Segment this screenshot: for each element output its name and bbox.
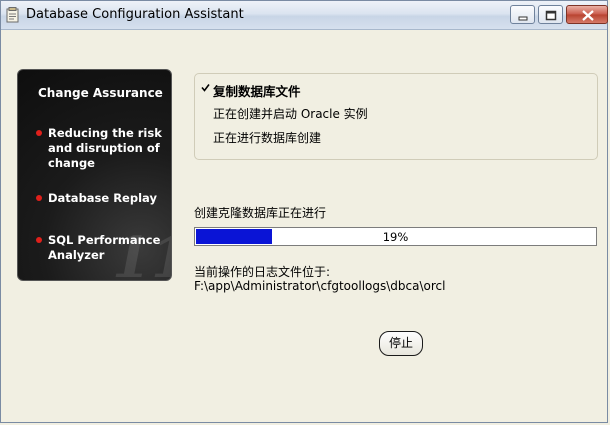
sidebar-item-line: and disruption of xyxy=(48,141,160,155)
step-create-database: 正在进行数据库创建 xyxy=(213,131,322,145)
bullet-icon xyxy=(36,195,42,201)
step-start-instance: 正在创建并启动 Oracle 实例 xyxy=(213,107,368,121)
progress-percent: 19% xyxy=(382,230,409,244)
log-label: 当前操作的日志文件位于: xyxy=(194,265,331,279)
sidebar-header: Change Assurance xyxy=(38,86,163,100)
check-icon xyxy=(201,84,210,92)
stop-button[interactable]: 停止 xyxy=(379,331,423,356)
progress-label: 创建克隆数据库正在进行 xyxy=(194,206,327,220)
sidebar-item-line: Database Replay xyxy=(48,191,157,205)
close-icon xyxy=(582,10,594,21)
maximize-icon xyxy=(545,10,557,21)
title-bar[interactable]: Database Configuration Assistant xyxy=(1,1,608,30)
progress-bar: 19% xyxy=(194,227,597,246)
minimize-button[interactable] xyxy=(510,5,535,24)
app-icon xyxy=(6,7,19,23)
step-copy-files: 复制数据库文件 xyxy=(213,84,301,99)
bullet-icon xyxy=(36,237,42,243)
sidebar-item-line: Reducing the risk xyxy=(48,126,162,140)
minimize-icon xyxy=(518,16,528,21)
bullet-icon xyxy=(36,130,42,136)
sidebar-item-database-replay: Database Replay xyxy=(36,191,157,206)
oracle-11g-watermark: 11g xyxy=(112,225,171,281)
close-button[interactable] xyxy=(566,5,608,24)
maximize-button[interactable] xyxy=(538,5,563,24)
sidebar-panel: Change Assurance Reducing the risk and d… xyxy=(17,69,172,281)
sidebar-item-reducing-risk: Reducing the risk and disruption of chan… xyxy=(36,126,162,171)
window-title: Database Configuration Assistant xyxy=(26,7,244,22)
sidebar-item-line: change xyxy=(48,156,95,170)
log-path: F:\app\Administrator\cfgtoollogs\dbca\or… xyxy=(194,279,446,293)
step-list: 复制数据库文件 正在创建并启动 Oracle 实例 正在进行数据库创建 xyxy=(194,73,598,160)
dbca-window: Database Configuration Assistant Change … xyxy=(0,0,608,423)
